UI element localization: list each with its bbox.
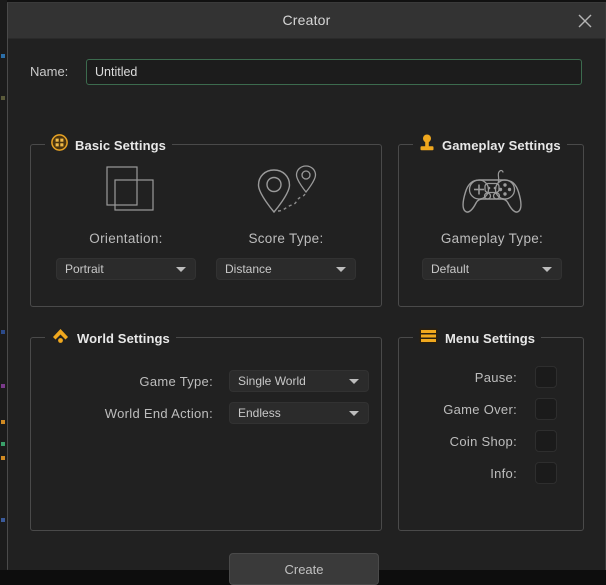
name-label: Name: <box>30 64 69 79</box>
pause-checkbox[interactable] <box>535 366 557 388</box>
score-type-label: Score Type: <box>248 231 324 246</box>
orientation-dropdown[interactable]: Portrait <box>56 258 196 280</box>
score-type-dropdown[interactable]: Distance <box>216 258 356 280</box>
orientation-rectangles-icon <box>53 163 199 221</box>
orientation-label: Orientation: <box>89 231 163 246</box>
name-input[interactable] <box>86 59 582 85</box>
group-world-settings: World Settings Game Type: Single World W… <box>30 327 382 531</box>
pause-label: Pause: <box>474 369 517 385</box>
chevron-down-icon <box>176 267 186 272</box>
close-icon[interactable] <box>571 7 599 34</box>
hamburger-icon <box>419 328 438 349</box>
world-end-action-dropdown[interactable]: Endless <box>229 402 369 424</box>
game-type-row: Game Type: Single World <box>49 370 369 392</box>
chevron-down-icon <box>542 267 552 272</box>
group-world-header: World Settings <box>45 327 176 349</box>
info-label: Info: <box>490 465 517 481</box>
gameplay-type-dropdown-value: Default <box>431 262 470 276</box>
chevron-down-icon <box>349 411 359 416</box>
game-over-label: Game Over: <box>443 401 517 417</box>
gameplay-type-label: Gameplay Type: <box>440 231 544 246</box>
group-menu-header: Menu Settings <box>413 327 542 349</box>
map-pin-route-icon <box>211 163 361 221</box>
grid-circle-icon <box>51 134 68 156</box>
game-type-dropdown-value: Single World <box>238 374 306 388</box>
gameplay-type-dropdown[interactable]: Default <box>422 258 562 280</box>
game-over-checkbox[interactable] <box>535 398 557 420</box>
name-row: Name: <box>8 59 605 85</box>
coin-shop-label: Coin Shop: <box>449 433 517 449</box>
game-type-label: Game Type: <box>139 373 213 389</box>
group-gameplay-header: Gameplay Settings <box>413 134 567 156</box>
group-basic-settings: Basic Settings Orientation: Portrait Sco… <box>30 134 382 307</box>
host-app-left-strip <box>0 0 7 570</box>
info-row: Info: <box>407 462 557 484</box>
dialog-body: Name: Basic Settings <box>8 39 605 585</box>
gamepad-icon <box>409 163 575 221</box>
game-over-row: Game Over: <box>407 398 557 420</box>
world-end-action-label: World End Action: <box>104 405 213 421</box>
group-gameplay-settings: Gameplay Settings Gameplay Type: Default <box>398 134 584 307</box>
group-menu-title: Menu Settings <box>445 330 536 346</box>
group-basic-header: Basic Settings <box>45 134 172 156</box>
world-end-action-dropdown-value: Endless <box>238 406 281 420</box>
game-type-dropdown[interactable]: Single World <box>229 370 369 392</box>
group-world-title: World Settings <box>77 330 170 346</box>
group-menu-settings: Menu Settings Pause: Game Over: Coin Sho… <box>398 327 584 531</box>
score-type-dropdown-value: Distance <box>225 262 272 276</box>
coin-shop-checkbox[interactable] <box>535 430 557 452</box>
joystick-icon <box>419 134 435 157</box>
coin-shop-row: Coin Shop: <box>407 430 557 452</box>
dialog-title: Creator <box>282 12 331 28</box>
pause-row: Pause: <box>407 366 557 388</box>
group-gameplay-title: Gameplay Settings <box>442 137 561 153</box>
creator-dialog: Creator Name: Untitled Basic Settings Or… <box>7 2 606 585</box>
gameplay-type-column: Gameplay Type: Default <box>409 163 575 280</box>
group-basic-title: Basic Settings <box>75 137 166 153</box>
chevron-up-dot-icon <box>51 327 70 349</box>
world-end-action-row: World End Action: Endless <box>49 402 369 424</box>
chevron-down-icon <box>336 267 346 272</box>
score-type-column: Score Type: Distance <box>211 163 361 280</box>
info-checkbox[interactable] <box>535 462 557 484</box>
orientation-column: Orientation: Portrait <box>53 163 199 280</box>
dialog-titlebar[interactable]: Creator <box>8 3 605 39</box>
create-button[interactable]: Create <box>229 553 379 585</box>
orientation-dropdown-value: Portrait <box>65 262 104 276</box>
chevron-down-icon <box>349 379 359 384</box>
